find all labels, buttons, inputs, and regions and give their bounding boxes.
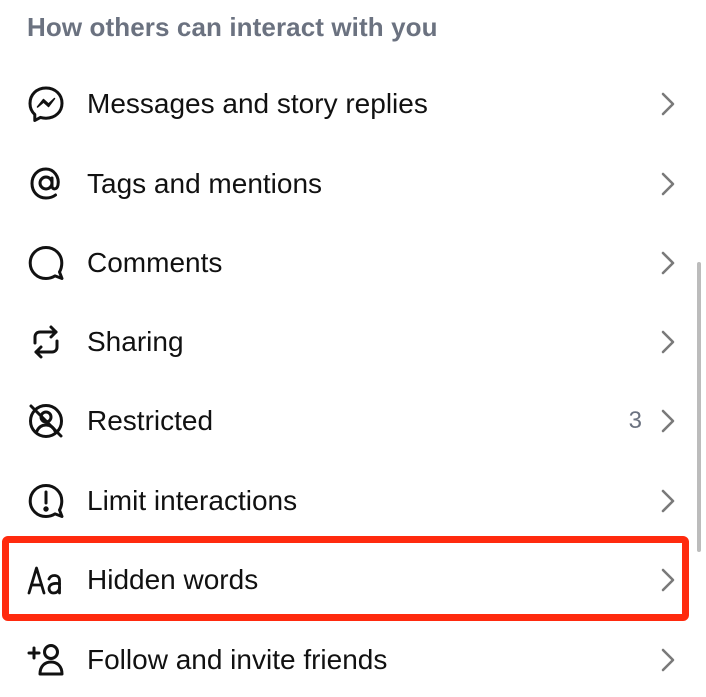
chevron-right-icon	[658, 566, 678, 594]
menu-item-messages[interactable]: Messages and story replies	[0, 64, 700, 143]
section-header: How others can interact with you	[27, 12, 438, 42]
comment-bubble-icon	[26, 243, 66, 283]
restricted-icon	[26, 401, 66, 441]
scrollbar[interactable]	[697, 262, 701, 552]
alert-circle-icon	[26, 481, 66, 521]
chevron-right-icon	[658, 487, 678, 515]
chevron-right-icon	[658, 90, 678, 118]
add-person-icon	[26, 640, 66, 680]
menu-item-limit-interactions[interactable]: Limit interactions	[0, 461, 700, 540]
repost-icon	[26, 322, 66, 362]
menu-item-label: Sharing	[87, 326, 184, 357]
menu-item-label: Tags and mentions	[87, 168, 323, 199]
menu-item-hidden-words[interactable]: Hidden words	[0, 540, 700, 619]
menu-item-label: Messages and story replies	[87, 88, 428, 119]
chevron-right-icon	[658, 407, 678, 435]
chevron-right-icon	[658, 170, 678, 198]
menu-item-label: Limit interactions	[87, 485, 298, 516]
at-sign-icon	[26, 164, 66, 204]
menu-item-label: Comments	[87, 247, 223, 278]
menu-item-label: Hidden words	[87, 564, 259, 595]
menu-item-comments[interactable]: Comments	[0, 223, 700, 302]
messenger-icon	[26, 84, 66, 124]
menu-item-label: Follow and invite friends	[87, 644, 388, 675]
menu-item-tags-mentions[interactable]: Tags and mentions	[0, 144, 700, 223]
restricted-count: 3	[628, 407, 642, 434]
menu-item-label: Restricted	[87, 405, 214, 436]
menu-item-restricted[interactable]: Restricted 3	[0, 381, 700, 460]
menu-item-follow-invite[interactable]: Follow and invite friends	[0, 620, 700, 697]
menu-item-sharing[interactable]: Sharing	[0, 302, 700, 381]
chevron-right-icon	[658, 646, 678, 674]
text-aa-icon	[26, 560, 66, 600]
interactions-settings-screen: How others can interact with you Message…	[0, 0, 706, 697]
chevron-right-icon	[658, 328, 678, 356]
chevron-right-icon	[658, 249, 678, 277]
